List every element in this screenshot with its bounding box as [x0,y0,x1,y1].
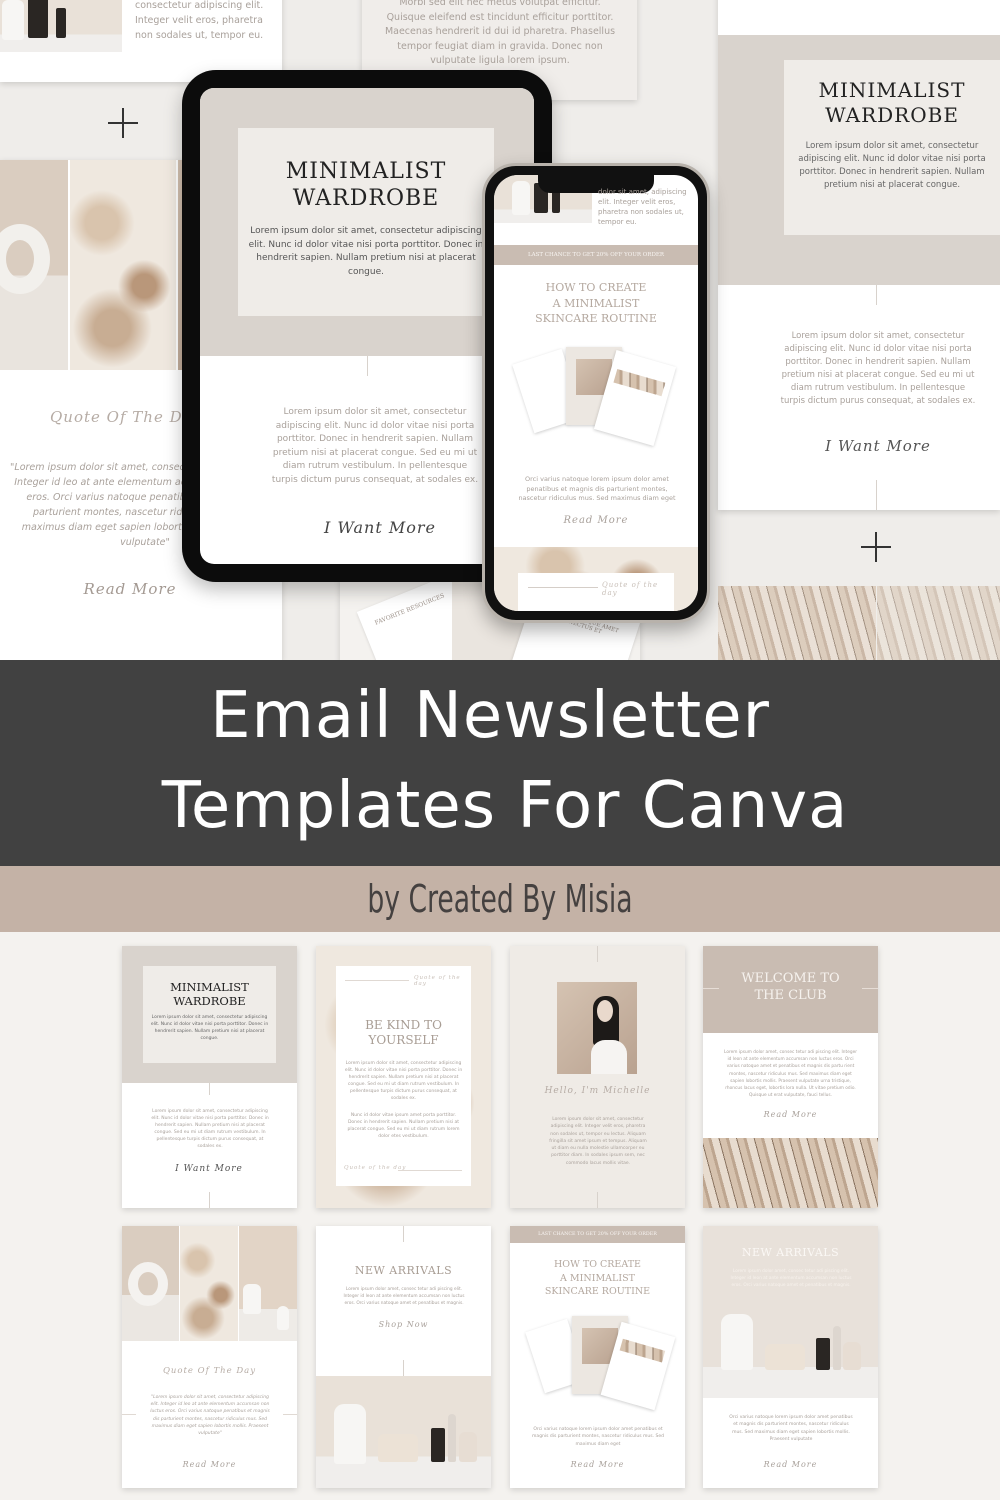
collage-marble [180,1226,238,1341]
palm-photo-left [718,586,876,660]
vase-photo [0,160,68,370]
right-card-cta[interactable]: I Want More [808,437,948,455]
template-body-1: Lorem ipsum dolor sit amet, consectetur … [344,1061,463,1101]
bg-card-top-center-text: Morbi sed elit nec metus volutpat effici… [384,0,616,66]
template-title: BE KIND TO YOURSELF [365,1018,442,1047]
products-photo [316,1376,491,1488]
product-photo [0,0,122,52]
template-title: NEW ARRIVALS [354,1264,453,1277]
title-line-2: Templates For Canva [161,769,849,843]
template-card-new-arrivals-white[interactable]: NEW ARRIVALS Lorem ipsum dolor amet, con… [316,1226,491,1488]
template-body-2: Nunc id dolor vitae ipsum amet porta por… [347,1113,460,1139]
read-more-link[interactable]: Read More [70,580,190,598]
tablet-body: Lorem ipsum dolor sit amet, consectetur … [271,407,479,485]
template-heading: Quote Of The Day [162,1366,257,1376]
tablet-title: MINIMALIST WARDROBE [285,159,447,211]
title-banner: Email Newsletter Templates For Canva [0,660,1000,866]
marble-photo [70,160,176,370]
template-body: "Lorem ipsum dolor sit amet, consectetur… [150,1395,270,1437]
phone-banner: LAST CHANCE TO GET 20% OFF YOUR ORDER [494,245,698,265]
portrait-photo [557,982,637,1074]
phone-marble-footer: Quote of the day [494,547,698,611]
phone-device: dolor sit amet, adipiscing elit. Integer… [482,163,710,623]
template-label-top: Quote of the day [414,975,461,987]
tablet-cta[interactable]: I Want More [310,518,450,537]
palm-photo-right [877,586,1000,660]
template-card-be-kind[interactable]: Quote of the day BE KIND TO YOURSELF Lor… [316,946,491,1208]
phone-body: Orci varius natoque lorem ipsum dolor am… [518,475,676,502]
template-title: MINIMALIST WARDROBE [170,980,249,1008]
bg-card-top-left-text: consectetur adipiscing elit. Integer vel… [135,0,264,41]
phone-cta[interactable]: Read More [546,515,646,526]
tablet-intro: Lorem ipsum dolor sit amet, consectetur … [248,226,484,277]
title-line-1: Email Newsletter [210,679,770,753]
template-card-quote-of-day[interactable]: Quote Of The Day "Lorem ipsum dolor sit … [122,1226,297,1488]
template-title: WELCOME TO THE CLUB [741,971,840,1003]
bg-card-right: MINIMALIST WARDROBE Lorem ipsum dolor si… [718,0,1000,510]
template-intro: Lorem ipsum dolor sit amet, consectetur … [150,1015,269,1041]
template-intro: Lorem ipsum dolor amet, consec tetur adi… [730,1269,852,1289]
template-body: Orci varius natoque lorem ipsum dolor am… [729,1415,853,1442]
right-card-title: MINIMALIST WARDROBE [818,78,966,127]
template-title: NEW ARRIVALS [741,1246,840,1259]
phone-screen: dolor sit amet, adipiscing elit. Integer… [494,175,698,611]
template-body: Lorem ipsum dolor amet, consec tetur adi… [343,1287,465,1307]
template-body: Lorem ipsum dolor sit amet, consectetur … [549,1117,647,1166]
plus-icon [108,108,138,138]
template-body: Orci varius natoque lorem ipsum dolor am… [532,1427,664,1447]
template-grid: MINIMALIST WARDROBE Lorem ipsum dolor si… [0,932,1000,1500]
collage-decor [239,1226,297,1341]
author-subtitle: by Created By Misia [367,877,633,921]
phone-quote-label: Quote of the day [602,581,659,597]
hero-mockup-area: consectetur adipiscing elit. Integer vel… [0,0,1000,660]
template-card-minimalist-wardrobe[interactable]: MINIMALIST WARDROBE Lorem ipsum dolor si… [122,946,297,1208]
subtitle-banner: by Created By Misia [0,866,1000,932]
template-banner: LAST CHANCE TO GET 20% OFF YOUR ORDER [510,1226,685,1243]
template-cta[interactable]: Read More [748,1110,833,1119]
template-body: Lorem ipsum dolor amet, consec tetur adi… [724,1050,857,1099]
phone-title: HOW TO CREATE A MINIMALIST SKINCARE ROUT… [535,281,657,325]
template-cta[interactable]: Read More [748,1460,833,1469]
collage-vase [122,1226,179,1341]
template-cta[interactable]: Read More [555,1460,640,1469]
palm-photo [703,1138,878,1208]
template-title: HOW TO CREATE A MINIMALIST SKINCARE ROUT… [544,1259,651,1297]
template-heading: Hello, I'm Michelle [544,1086,651,1096]
template-label-bottom: Quote of the day [344,1165,407,1171]
right-card-intro: Lorem ipsum dolor sit amet, consectetur … [798,141,986,190]
template-cta[interactable]: Read More [167,1460,252,1469]
papers-illustration [525,1314,676,1414]
template-card-welcome-club[interactable]: WELCOME TO THE CLUB Lorem ipsum dolor am… [703,946,878,1208]
template-card-hello-michelle[interactable]: Hello, I'm Michelle Lorem ipsum dolor si… [510,946,685,1208]
template-card-skincare-routine[interactable]: LAST CHANCE TO GET 20% OFF YOUR ORDER HO… [510,1226,685,1488]
template-body: Lorem ipsum dolor sit amet, consectetur … [151,1109,269,1149]
right-card-body: Lorem ipsum dolor sit amet, consectetur … [780,331,976,406]
template-cta[interactable]: I Want More [159,1164,259,1174]
template-card-new-arrivals-beige[interactable]: NEW ARRIVALS Lorem ipsum dolor amet, con… [703,1226,878,1488]
phone-papers [512,345,684,455]
right-card-header: MINIMALIST WARDROBE Lorem ipsum dolor si… [718,35,1000,285]
phone-top-text: dolor sit amet, adipiscing elit. Integer… [598,188,687,226]
template-cta[interactable]: Shop Now [361,1320,446,1329]
plus-icon [861,532,891,562]
products-photo: NEW ARRIVALS Lorem ipsum dolor amet, con… [703,1226,878,1398]
